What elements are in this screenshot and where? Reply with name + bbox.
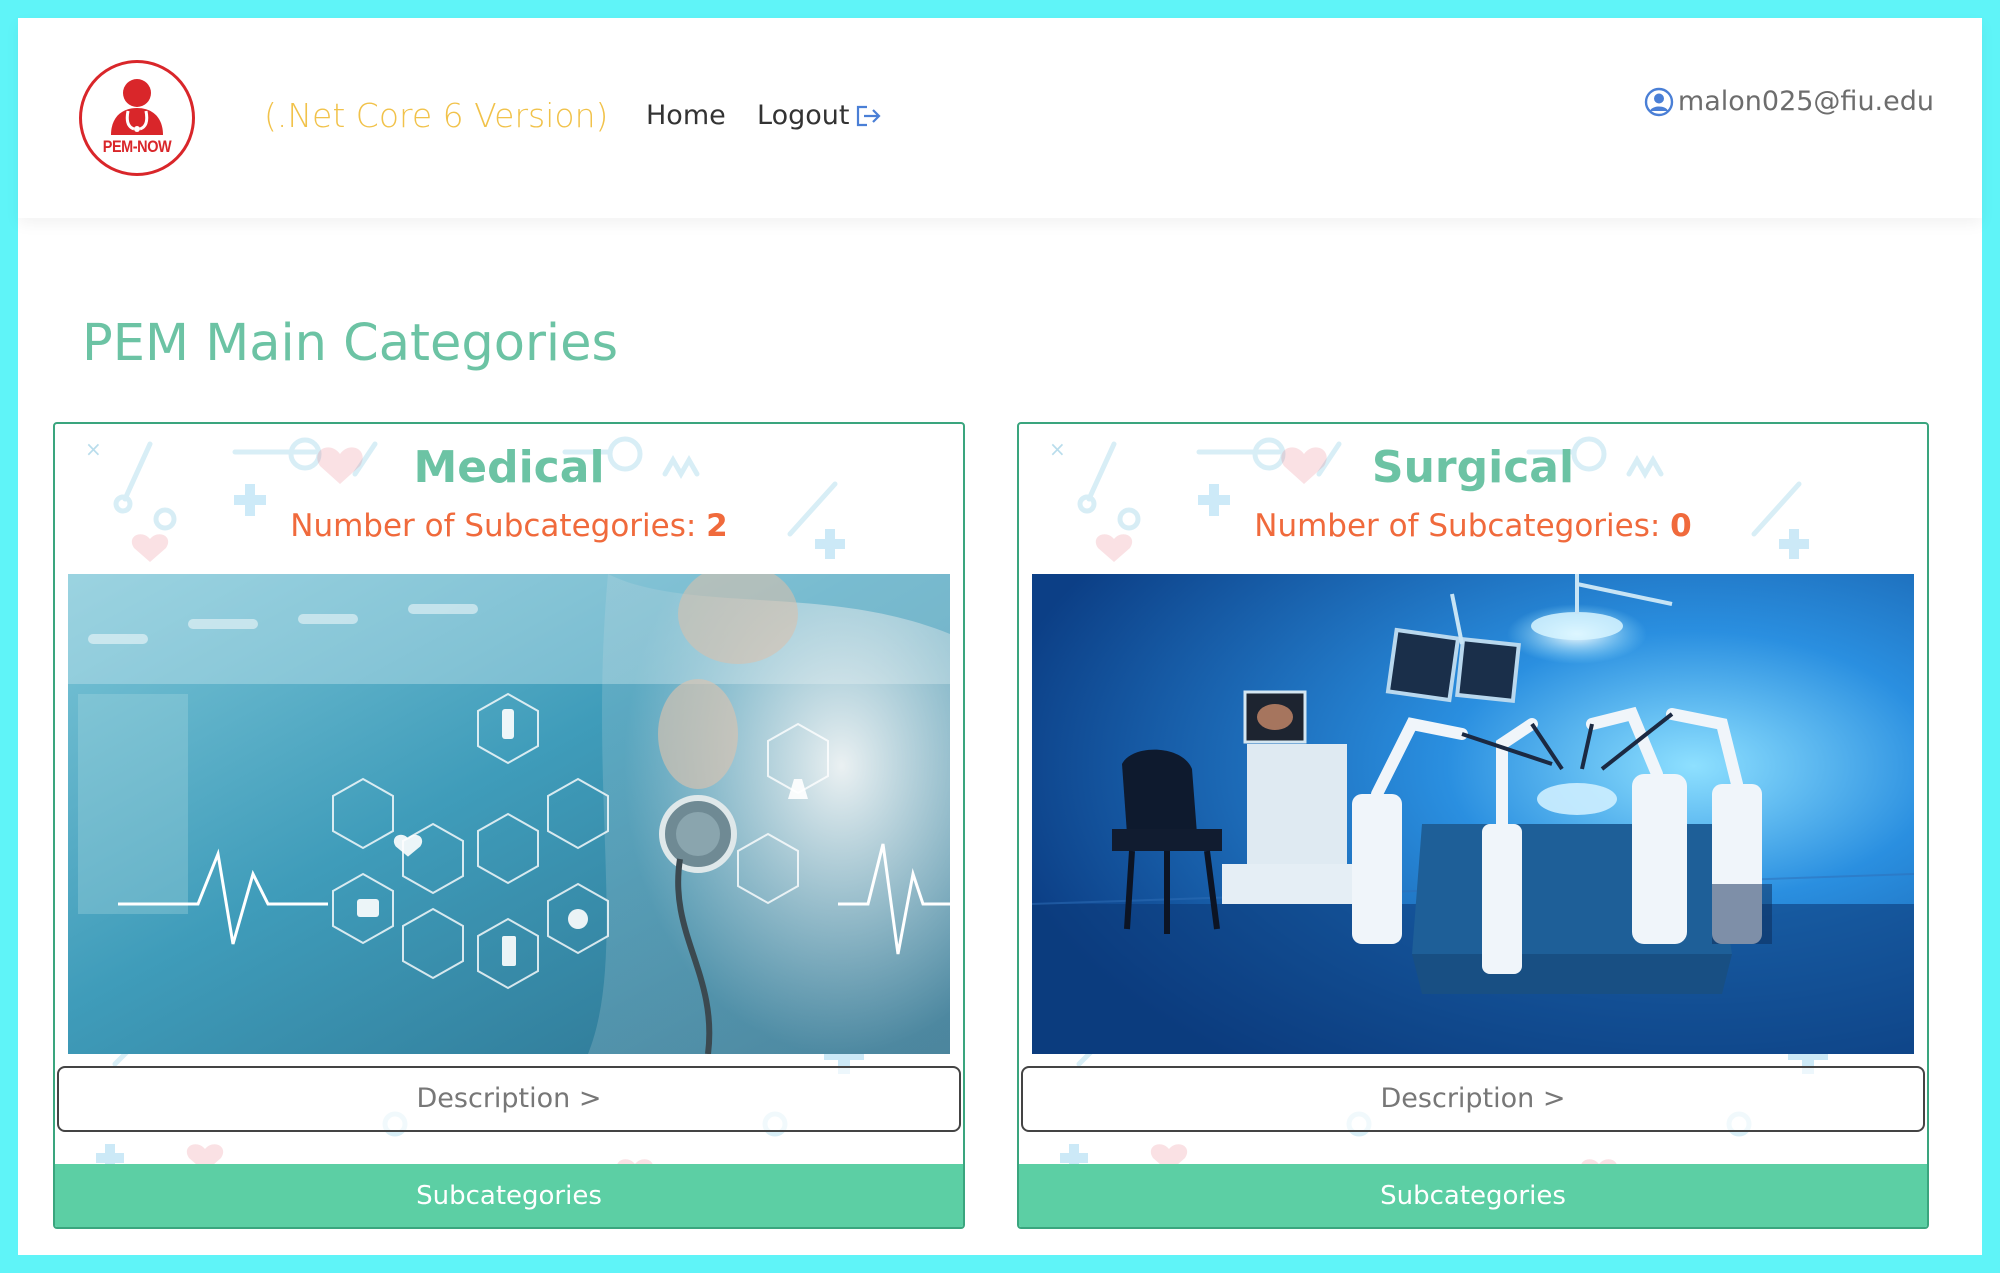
nav-home-link[interactable]: Home: [646, 100, 726, 131]
subcategories-button[interactable]: Subcategories: [1019, 1164, 1927, 1227]
card-title: Surgical: [1371, 442, 1575, 493]
description-button[interactable]: Description >: [1021, 1066, 1925, 1132]
page: PEM-NOW (.Net Core 6 Version) Home Logou…: [18, 18, 1982, 1255]
medical-image-graphic: [68, 574, 950, 1054]
pem-now-logo[interactable]: PEM-NOW: [79, 60, 195, 176]
navbar: PEM-NOW (.Net Core 6 Version) Home Logou…: [18, 18, 1982, 218]
surgical-image[interactable]: [1032, 574, 1914, 1054]
subcategory-count: Number of Subcategories: 0: [1019, 508, 1927, 544]
subcategory-count-label: Number of Subcategories:: [1254, 508, 1661, 544]
nav-logout-link[interactable]: Logout: [757, 100, 883, 131]
subcategory-count: Number of Subcategories: 2: [55, 508, 963, 544]
version-label: (.Net Core 6 Version): [264, 96, 609, 135]
surgical-image-graphic: [1032, 574, 1914, 1054]
subcategory-count-value: 0: [1670, 508, 1692, 544]
category-card-medical: × Medical Number of Subcategories: 2 Des…: [53, 422, 965, 1229]
description-button[interactable]: Description >: [57, 1066, 961, 1132]
medical-image[interactable]: [68, 574, 950, 1054]
subcategory-count-value: 2: [706, 508, 728, 544]
logout-icon: [857, 105, 882, 126]
user-circle-icon: [1644, 87, 1674, 116]
category-card-surgical: × Surgical Number of Subcategories: 0 De…: [1017, 422, 1929, 1229]
page-title: PEM Main Categories: [82, 314, 619, 373]
logout-label: Logout: [757, 100, 850, 131]
user-email: malon025@fiu.edu: [1677, 86, 1934, 117]
card-title: Medical: [413, 442, 605, 493]
subcategories-button[interactable]: Subcategories: [55, 1164, 963, 1227]
subcategory-count-label: Number of Subcategories:: [290, 508, 697, 544]
user-account[interactable]: malon025@fiu.edu: [1644, 86, 1934, 117]
logo-text: PEM-NOW: [102, 137, 172, 156]
